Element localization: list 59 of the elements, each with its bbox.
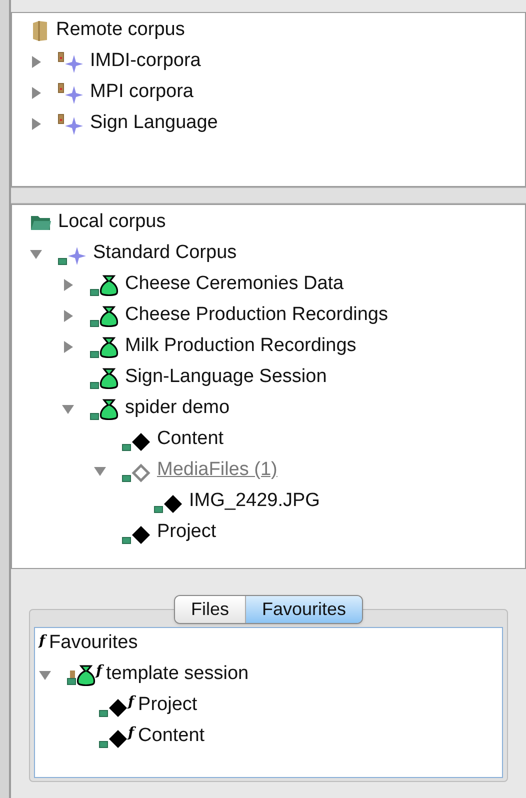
status-icon <box>58 256 67 264</box>
tree-item[interactable]: Project <box>157 518 216 547</box>
tree-root-label[interactable]: Remote corpus <box>56 16 185 45</box>
status-icon <box>122 442 131 450</box>
tree-item[interactable]: IMG_2429.JPG <box>189 487 320 516</box>
tree-item[interactable]: MediaFiles (1) <box>157 456 278 485</box>
sack-icon <box>99 398 119 420</box>
status-icon <box>122 474 131 482</box>
tree-item[interactable]: template session <box>106 660 249 689</box>
tree-root-label[interactable]: Favourites <box>49 629 138 658</box>
tree-item[interactable]: MPI corpora <box>90 78 194 107</box>
status-icon <box>58 82 64 92</box>
status-icon <box>90 288 99 296</box>
tree-item[interactable]: IMDI-corpora <box>90 47 201 76</box>
tree-item[interactable]: spider demo <box>125 394 230 423</box>
star-icon <box>64 116 84 136</box>
diamond-icon <box>108 698 128 718</box>
status-icon <box>67 670 76 686</box>
sack-icon <box>76 664 96 686</box>
status-icon <box>90 318 99 326</box>
tree-item[interactable]: Content <box>157 425 224 454</box>
star-icon <box>64 54 84 74</box>
tab[interactable]: Favourites <box>246 596 362 623</box>
favourite-mark: f <box>96 664 102 678</box>
status-icon <box>90 412 99 420</box>
tree-item[interactable]: Content <box>138 722 205 751</box>
status-icon <box>154 504 163 512</box>
status-icon <box>58 114 64 124</box>
favourite-mark: f <box>39 634 46 648</box>
diamond-icon <box>131 462 151 482</box>
tree-item[interactable]: Cheese Ceremonies Data <box>125 270 344 299</box>
diamond-icon <box>163 494 183 514</box>
tree-item[interactable]: Sign-Language Session <box>125 363 327 392</box>
sack-icon <box>99 336 119 358</box>
star-icon <box>67 246 87 266</box>
tree-item[interactable]: Milk Production Recordings <box>125 332 356 361</box>
sack-icon <box>99 274 119 296</box>
sack-icon <box>99 368 119 390</box>
star-icon <box>64 84 84 104</box>
folder-icon <box>30 214 52 232</box>
tree-item[interactable]: Standard Corpus <box>93 239 237 268</box>
status-icon <box>99 740 108 748</box>
box-icon <box>30 20 50 42</box>
tree-item[interactable]: Sign Language <box>90 109 218 138</box>
diamond-icon <box>131 524 151 544</box>
status-icon <box>122 536 131 544</box>
tree-item[interactable]: Cheese Production Recordings <box>125 301 388 330</box>
status-icon <box>90 380 99 388</box>
status-icon <box>99 708 108 716</box>
status-icon <box>90 350 99 358</box>
tree-item[interactable]: Project <box>138 691 198 720</box>
tree-root-label[interactable]: Local corpus <box>58 208 166 237</box>
favourite-mark: f <box>128 726 134 740</box>
diamond-icon <box>108 728 128 748</box>
status-icon <box>58 52 64 62</box>
tab[interactable]: Files <box>174 596 246 623</box>
diamond-icon <box>131 432 151 452</box>
favourite-mark: f <box>128 694 134 708</box>
sack-icon <box>99 306 119 328</box>
